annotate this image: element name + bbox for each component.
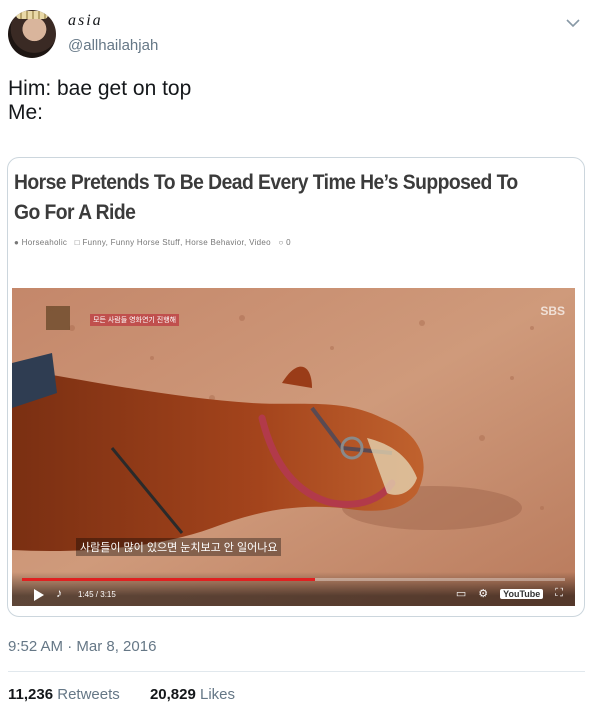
retweets-label: Retweets — [57, 686, 120, 703]
sbs-watermark: SBS — [540, 304, 565, 318]
likes-stat[interactable]: 20,829 Likes — [150, 686, 235, 703]
tweet-timestamp[interactable]: 9:52 AM · Mar 8, 2016 — [8, 638, 156, 655]
video-controls-right: ▭ ⚙ YouTube ⛶ — [456, 587, 563, 600]
comment-icon: ○ — [278, 238, 284, 247]
display-name[interactable]: asia — [68, 12, 103, 30]
video-subtitle: 사람들이 많이 있으면 눈치보고 안 일어나요 — [76, 538, 282, 556]
link-card[interactable]: Horse Pretends To Be Dead Every Time He’… — [7, 157, 585, 617]
tweet-line-2: Me: — [8, 101, 44, 124]
avatar[interactable] — [8, 10, 56, 58]
card-author: Horseaholic — [21, 238, 68, 247]
likes-count: 20,829 — [149, 686, 196, 703]
fullscreen-icon[interactable]: ⛶ — [555, 587, 563, 600]
gear-icon[interactable]: ⚙ — [478, 587, 488, 600]
retweets-stat[interactable]: 11,236 Retweets — [8, 686, 120, 703]
card-categories: Funny, Funny Horse Stuff, Horse Behavior… — [82, 238, 271, 247]
divider — [8, 671, 585, 672]
captions-icon[interactable]: ▭ — [456, 587, 466, 600]
play-icon[interactable] — [34, 589, 44, 601]
card-meta: ● Horseaholic □ Funny, Funny Horse Stuff… — [14, 238, 291, 247]
progress-bar[interactable] — [22, 578, 565, 581]
tweet-text: Him: bae get on top Me: — [8, 77, 191, 125]
tweet-stats: 11,236 Retweets 20,829 Likes — [8, 686, 261, 703]
tweet-header: asia @allhailahjah — [0, 0, 593, 66]
video-frame — [12, 288, 575, 606]
retweets-count: 11,236 — [8, 686, 54, 703]
video-time: 1:45 / 3:15 — [78, 590, 116, 599]
video-badge: 모든 사람들 영화연기 진행해 — [90, 314, 180, 326]
video-controls: ♪ 1:45 / 3:15 ▭ ⚙ YouTube ⛶ — [12, 572, 575, 606]
user-icon: ● — [14, 238, 20, 247]
tweet-line-1: Him: bae get on top — [8, 77, 192, 100]
folder-icon: □ — [74, 238, 80, 247]
card-comments: 0 — [286, 238, 291, 247]
card-title[interactable]: Horse Pretends To Be Dead Every Time He’… — [14, 168, 529, 228]
user-handle[interactable]: @allhailahjah — [68, 37, 158, 54]
video-player[interactable]: 모든 사람들 영화연기 진행해 SBS 사람들이 많이 있으면 눈치보고 안 일… — [12, 288, 575, 606]
chevron-down-icon[interactable] — [564, 14, 582, 32]
likes-label: Likes — [200, 686, 236, 703]
progress-fill — [22, 578, 316, 581]
youtube-logo[interactable]: YouTube — [500, 588, 544, 599]
volume-icon[interactable]: ♪ — [56, 586, 62, 600]
